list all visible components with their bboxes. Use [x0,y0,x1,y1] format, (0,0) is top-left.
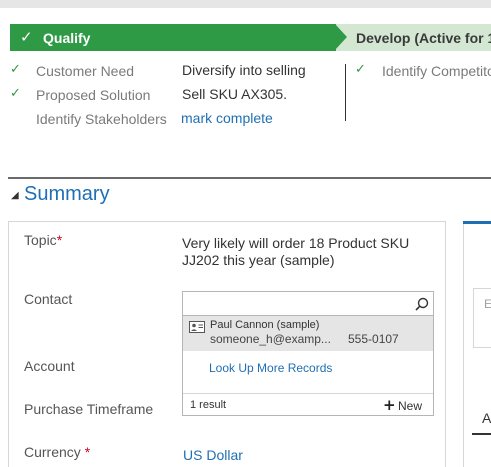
section-divider [8,177,491,179]
step-label-identify-stakeholders: Identify Stakeholders [36,111,167,127]
stage-divider [345,64,346,121]
topic-value[interactable]: Very likely will order 18 Product SKU JJ… [182,235,422,269]
step-complete-check-icon: ✓ [10,86,21,101]
new-record-button[interactable]: New [398,399,422,413]
plus-icon[interactable]: + [383,396,396,414]
step-complete-check-icon: ✓ [10,62,21,77]
stage-chevron [335,24,347,50]
right-panel-accent [463,221,491,224]
currency-value-link[interactable]: US Dollar [183,447,243,463]
lookup-result-phone: 555-0107 [348,332,399,346]
look-up-more-records-link[interactable]: Look Up More Records [209,361,332,375]
field-label-contact: Contact [24,291,73,307]
field-label-topic: Topic* [24,232,63,248]
lookup-result-email: someone_h@examp... [210,332,331,346]
step-label-proposed-solution: Proposed Solution [36,87,151,103]
search-icon[interactable] [410,291,434,316]
lookup-result-name: Paul Cannon (sample) [210,319,320,331]
tab-underline [472,433,491,435]
step-complete-check-icon: ✓ [355,62,366,77]
top-strip [0,0,491,8]
right-panel-input-placeholder: E [484,297,491,311]
field-label-currency: Currency * [24,444,91,460]
contact-card-icon [189,320,205,338]
flyout-divider [183,393,433,394]
step-value-customer-need[interactable]: Diversify into selling [182,62,306,78]
check-icon: ✓ [20,28,33,46]
field-label-account: Account [24,358,75,374]
collapse-caret-icon[interactable]: ◢ [11,190,19,201]
contact-lookup-input[interactable] [182,291,411,316]
right-panel-border [463,221,464,467]
required-marker: * [84,444,91,460]
stage-develop-label: Develop (Active for 16 [356,30,491,46]
result-count: 1 result [190,399,227,411]
mark-complete-link[interactable]: mark complete [181,110,273,126]
field-label-purchase-timeframe: Purchase Timeframe [24,401,154,417]
step-label-identify-competitors: Identify Competitors [382,63,491,79]
section-title-summary[interactable]: Summary [24,183,110,206]
step-value-proposed-solution[interactable]: Sell SKU AX305. [182,86,287,102]
required-marker: * [56,232,63,248]
stage-qualify-label: Qualify [43,30,91,46]
right-panel-tab[interactable]: A [482,410,491,426]
step-label-customer-need: Customer Need [36,63,135,79]
